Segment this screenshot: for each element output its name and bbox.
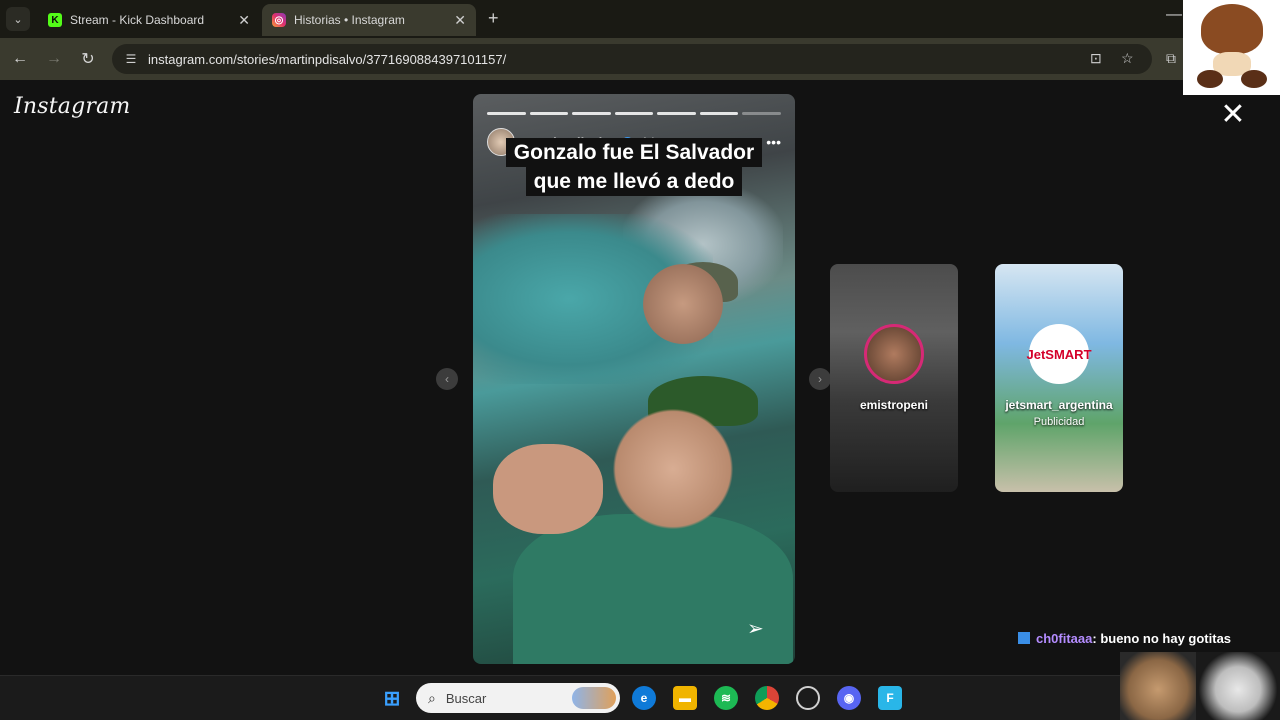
goomba-foot <box>1197 70 1223 88</box>
story-viewer[interactable]: martinpdisalvo ✓ 1 h ▶ ••• Gonzalo fue E… <box>473 94 795 664</box>
story-photo-face <box>613 404 733 534</box>
tab-strip: ⌄ K Stream - Kick Dashboard ✕ ◎ Historia… <box>0 0 1280 38</box>
search-placeholder: Buscar <box>445 690 487 706</box>
avatar <box>864 324 924 384</box>
story-preview-emistropeni[interactable]: emistropeni <box>830 264 958 492</box>
instagram-icon: ◎ <box>272 13 286 27</box>
app-f-icon[interactable]: F <box>878 686 902 710</box>
tab-instagram-stories[interactable]: ◎ Historias • Instagram ✕ <box>262 4 476 36</box>
story-photo-hand <box>493 444 603 534</box>
progress-segment <box>657 112 696 115</box>
edge-icon[interactable]: e <box>632 686 656 710</box>
close-icon[interactable]: ✕ <box>1218 100 1248 130</box>
caption-line: Gonzalo fue El Salvador <box>505 138 763 167</box>
file-explorer-icon[interactable]: ▬ <box>673 686 697 710</box>
minimize-window-button[interactable]: — <box>1166 6 1182 24</box>
extensions-icon[interactable]: ⧉ <box>1166 50 1176 67</box>
send-message-icon[interactable]: ➢ <box>747 616 771 640</box>
close-tab-icon[interactable]: ✕ <box>454 12 466 29</box>
progress-segment <box>699 112 739 115</box>
stream-chat-message: ch0fitaaa: bueno no hay gotitas <box>1018 631 1231 646</box>
instagram-logo[interactable]: Instagram <box>14 94 130 119</box>
preview-username: emistropeni <box>859 398 928 412</box>
chat-username: ch0fitaaa <box>1036 631 1093 646</box>
goomba-head <box>1201 4 1263 54</box>
search-icon: ⌕ <box>428 689 436 706</box>
story-photo-person <box>513 514 793 664</box>
progress-segment <box>487 112 526 115</box>
tab-title: Historias • Instagram <box>294 13 405 27</box>
windows-start-icon[interactable]: ⊞ <box>380 686 404 710</box>
preview-username: jetsmart_argentina <box>1005 398 1113 412</box>
preview-sponsored-label: Publicidad <box>1033 416 1085 428</box>
story-photo-face <box>643 264 723 344</box>
avatar: JetSMART <box>1027 324 1092 384</box>
next-story-arrow-icon[interactable]: › <box>809 368 831 390</box>
bookmark-star-icon[interactable]: ☆ <box>1121 50 1134 67</box>
address-bar[interactable]: ☰ instagram.com/stories/martinpdisalvo/3… <box>112 44 1152 74</box>
obs-icon[interactable] <box>796 686 820 710</box>
site-settings-icon[interactable]: ☰ <box>122 50 140 68</box>
story-caption: Gonzalo fue El Salvador que me llevó a d… <box>493 138 775 196</box>
tab-kick-dashboard[interactable]: K Stream - Kick Dashboard ✕ <box>38 4 260 36</box>
tab-title: Stream - Kick Dashboard <box>70 13 205 27</box>
search-highlight-image <box>572 687 616 709</box>
discord-icon[interactable]: ◉ <box>837 686 861 710</box>
streamer-webcam-sticker <box>1120 652 1196 720</box>
chrome-icon[interactable] <box>755 686 779 710</box>
back-button[interactable]: ← <box>10 49 30 69</box>
install-app-icon[interactable]: ⊡ <box>1090 50 1102 67</box>
goomba-foot <box>1241 70 1267 88</box>
streamer-overlay-goomba <box>1183 0 1280 95</box>
streamer-webcam-sticker <box>1196 652 1280 720</box>
previous-story-arrow-icon[interactable]: ‹ <box>436 368 458 390</box>
url-text: instagram.com/stories/martinpdisalvo/377… <box>148 51 507 67</box>
spotify-icon[interactable]: ≋ <box>714 686 738 710</box>
reload-button[interactable]: ↻ <box>78 49 98 69</box>
kick-icon: K <box>48 13 62 27</box>
chat-text: : bueno no hay gotitas <box>1092 631 1232 646</box>
forward-button[interactable]: → <box>44 49 64 69</box>
progress-segment <box>572 112 611 115</box>
tab-search-button[interactable]: ⌄ <box>6 7 30 31</box>
progress-segment <box>742 112 782 115</box>
taskbar-search[interactable]: ⌕ Buscar <box>416 683 620 713</box>
caption-line: que me llevó a dedo <box>525 167 743 196</box>
browser-toolbar: ← → ↻ ☰ instagram.com/stories/martinpdis… <box>0 38 1280 80</box>
close-tab-icon[interactable]: ✕ <box>238 12 250 29</box>
story-progress-bar <box>487 112 782 115</box>
new-tab-button[interactable]: + <box>488 8 499 29</box>
story-preview-jetsmart[interactable]: JetSMART jetsmart_argentina Publicidad <box>995 264 1123 492</box>
progress-segment <box>614 112 654 115</box>
chat-badge-icon <box>1018 632 1030 644</box>
progress-segment <box>529 112 569 115</box>
